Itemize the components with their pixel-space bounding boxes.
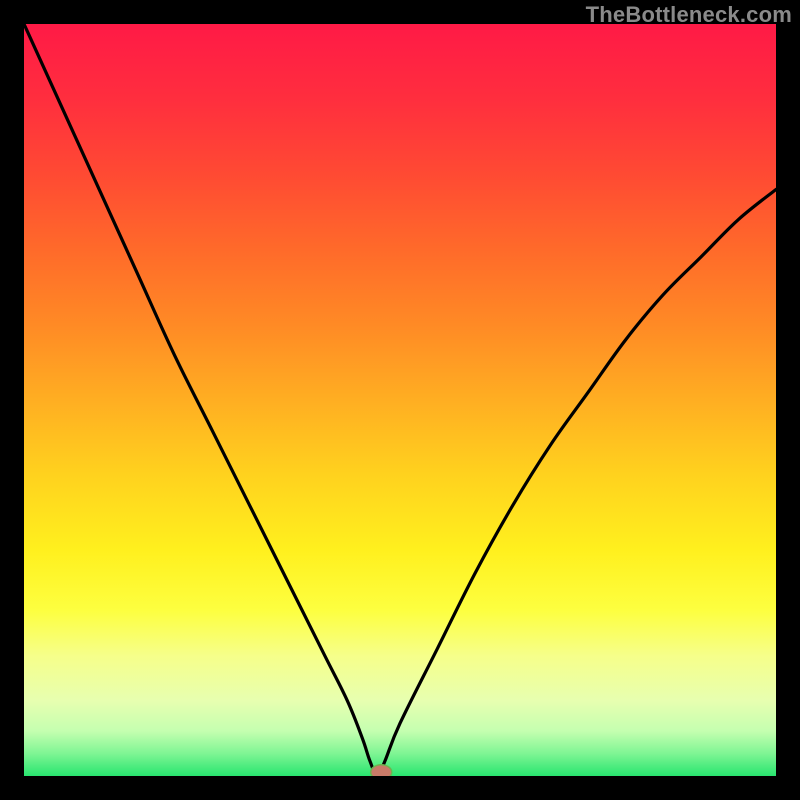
optimal-point-marker [371, 765, 392, 776]
gradient-background [24, 24, 776, 776]
chart-frame [24, 24, 776, 776]
bottleneck-chart [24, 24, 776, 776]
plot-area [24, 24, 776, 776]
watermark-text: TheBottleneck.com [586, 2, 792, 28]
